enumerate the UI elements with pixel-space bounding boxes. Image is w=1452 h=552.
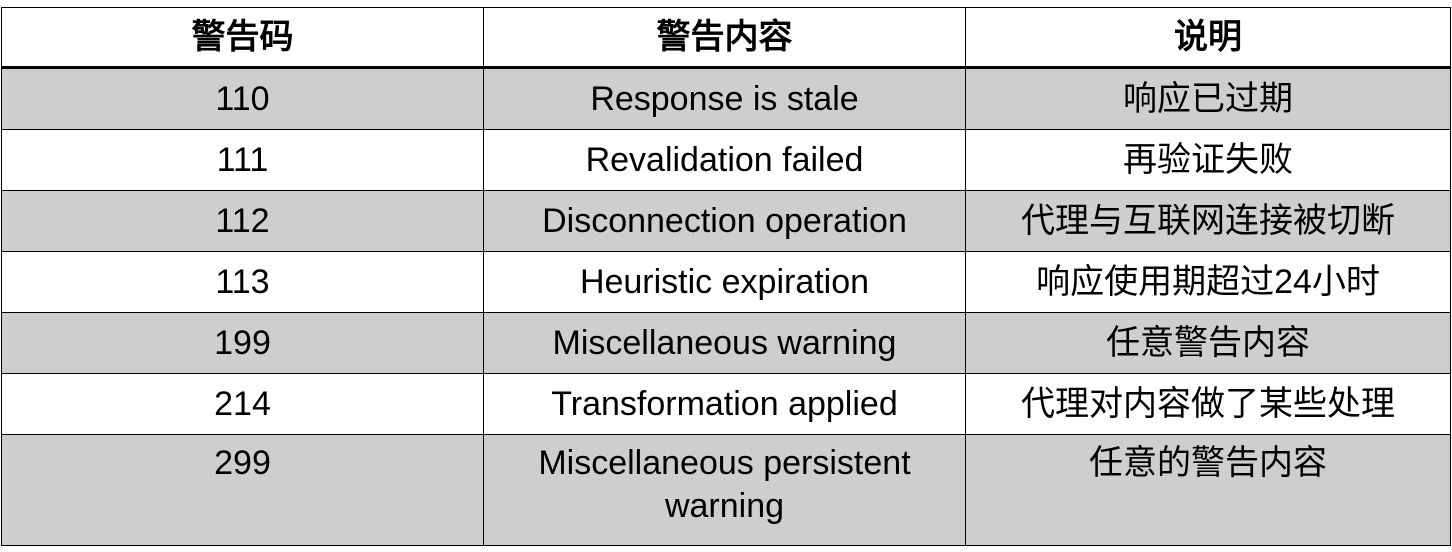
table-row: 214 Transformation applied 代理对内容做了某些处理: [1, 373, 1451, 435]
cell-content: Heuristic expiration: [483, 251, 966, 313]
header-warning-content: 警告内容: [483, 7, 966, 69]
cell-description: 任意的警告内容: [965, 434, 1451, 546]
table-row: 112 Disconnection operation 代理与互联网连接被切断: [1, 190, 1451, 252]
cell-content: Transformation applied: [483, 373, 966, 435]
cell-code: 111: [1, 129, 484, 191]
cell-content: Miscellaneous persistent warning: [483, 434, 966, 546]
cell-description: 任意警告内容: [965, 312, 1451, 374]
table-row: 299 Miscellaneous persistent warning 任意的…: [1, 434, 1451, 546]
header-description: 说明: [965, 7, 1451, 69]
cell-content: Response is stale: [483, 67, 966, 130]
table-row: 199 Miscellaneous warning 任意警告内容: [1, 312, 1451, 374]
cell-code: 299: [1, 434, 484, 546]
cell-content: Miscellaneous warning: [483, 312, 966, 374]
cell-description: 代理对内容做了某些处理: [965, 373, 1451, 435]
cell-code: 110: [1, 67, 484, 130]
cell-description: 响应使用期超过24小时: [965, 251, 1451, 313]
table-row: 111 Revalidation failed 再验证失败: [1, 129, 1451, 191]
header-row: 警告码 警告内容 说明: [1, 7, 1451, 69]
cell-description: 响应已过期: [965, 67, 1451, 130]
warning-code-table: 警告码 警告内容 说明 110 Response is stale 响应已过期 …: [1, 7, 1451, 546]
cell-code: 113: [1, 251, 484, 313]
cell-description: 再验证失败: [965, 129, 1451, 191]
cell-code: 214: [1, 373, 484, 435]
table-row: 110 Response is stale 响应已过期: [1, 67, 1451, 130]
table-row: 113 Heuristic expiration 响应使用期超过24小时: [1, 251, 1451, 313]
header-warning-code: 警告码: [1, 7, 484, 69]
cell-code: 199: [1, 312, 484, 374]
cell-content: Revalidation failed: [483, 129, 966, 191]
cell-description: 代理与互联网连接被切断: [965, 190, 1451, 252]
cell-code: 112: [1, 190, 484, 252]
cell-content: Disconnection operation: [483, 190, 966, 252]
